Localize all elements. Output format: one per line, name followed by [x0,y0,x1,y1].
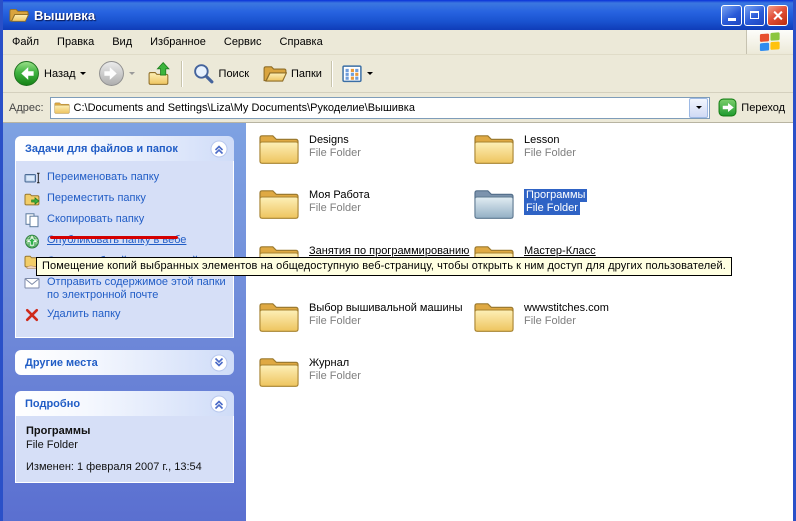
folder-tile-designs[interactable]: DesignsFile Folder [258,131,476,165]
panel-details-body: Программы File Folder Изменен: 1 февраля… [15,416,234,483]
copy-icon [24,212,40,228]
publish-icon [24,233,40,249]
back-label: Назад [44,68,76,80]
panel-title: Подробно [25,398,80,410]
chevron-down-icon [696,106,702,112]
address-bar: Адрес: C:\Documents and Settings\Liza\My… [3,93,793,123]
task-rename-folder[interactable]: Переименовать папку [24,171,227,186]
folder-icon [258,186,300,220]
chevron-up-icon[interactable] [210,395,228,413]
menu-bar: Файл Правка Вид Избранное Сервис Справка [3,30,793,55]
menu-tools[interactable]: Сервис [215,30,271,54]
folder-up-icon [147,61,172,86]
panel-details-header[interactable]: Подробно [15,391,234,416]
folder-icon [54,101,70,114]
folder-tile-zhurnal[interactable]: ЖурналFile Folder [258,354,476,388]
toolbar-separator [181,61,183,87]
folders-icon [263,64,287,83]
minimize-icon [728,18,736,21]
folder-icon [473,131,515,165]
address-dropdown-button[interactable] [689,98,708,118]
file-list: DesignsFile Folder LessonFile Folder Моя… [246,123,793,521]
rename-icon [24,170,40,186]
move-icon [24,191,40,207]
go-arrow-icon [718,98,737,117]
folder-icon [473,299,515,333]
panel-other-places-header[interactable]: Другие места [15,350,234,375]
details-folder-name: Программы [26,424,225,438]
address-path[interactable]: C:\Documents and Settings\Liza\My Docume… [74,102,689,114]
task-move-folder[interactable]: Переместить папку [24,192,227,207]
views-icon [342,65,363,83]
up-button[interactable] [143,59,176,88]
menu-edit[interactable]: Правка [48,30,103,54]
windows-logo [746,30,793,54]
task-copy-folder[interactable]: Скопировать папку [24,213,227,228]
folder-icon [258,131,300,165]
search-icon [192,62,215,85]
search-button[interactable]: Поиск [188,60,253,87]
forward-button[interactable] [94,58,129,89]
search-label: Поиск [219,68,249,80]
folder-tile-programmy-selected[interactable]: ПрограммыFile Folder [473,186,691,220]
folders-label: Папки [291,68,322,80]
window-title: Вышивка [34,8,721,23]
menu-view[interactable]: Вид [103,30,141,54]
tooltip: Помещение копий выбранных элементов на о… [36,257,732,276]
folder-tile-vybor-mashiny[interactable]: Выбор вышивальной машиныFile Folder [258,299,476,333]
address-combo[interactable]: C:\Documents and Settings\Liza\My Docume… [50,97,711,119]
go-label: Переход [741,102,785,114]
panel-details: Подробно Программы File Folder Изменен: … [15,391,234,483]
folder-icon [258,299,300,333]
forward-arrow-icon [98,60,125,87]
email-icon [24,275,40,291]
panel-file-tasks-body: Переименовать папку Переместить папку Ск… [15,161,234,338]
views-button[interactable] [338,63,377,85]
task-email-folder[interactable]: Отправить содержимое этой папки по элект… [24,276,227,302]
menu-favorites[interactable]: Избранное [141,30,215,54]
back-arrow-icon [13,60,40,87]
address-label: Адрес: [9,102,44,114]
back-button[interactable]: Назад [9,58,80,89]
close-icon [772,10,783,21]
menu-help[interactable]: Справка [271,30,332,54]
folders-button[interactable]: Папки [259,62,326,85]
main-area: Задачи для файлов и папок Переименовать … [3,123,793,521]
panel-title: Задачи для файлов и папок [25,143,178,155]
panel-file-tasks-header[interactable]: Задачи для файлов и папок [15,136,234,161]
windows-flag-icon [758,31,782,53]
toolbar: Назад Поиск Папки [3,55,793,93]
task-delete-folder[interactable]: Удалить папку [24,308,227,323]
details-modified: Изменен: 1 февраля 2007 г., 13:54 [26,460,225,474]
delete-icon [24,307,40,323]
toolbar-separator [331,61,333,87]
views-dropdown-caret [367,72,373,78]
panel-other-places: Другие места [15,350,234,375]
explorer-window: Вышивка Файл Правка Вид Избранное Сервис… [0,0,796,521]
go-button[interactable]: Переход [716,98,787,117]
title-bar: Вышивка [3,0,793,30]
back-dropdown-caret[interactable] [80,72,86,78]
chevron-down-icon[interactable] [210,354,228,372]
menu-file[interactable]: Файл [3,30,48,54]
panel-title: Другие места [25,357,98,369]
forward-dropdown-caret[interactable] [129,72,135,78]
folder-open-icon [9,7,29,23]
folder-tile-lesson[interactable]: LessonFile Folder [473,131,691,165]
task-pane: Задачи для файлов и папок Переименовать … [3,123,246,521]
maximize-button[interactable] [744,5,765,26]
maximize-icon [750,11,759,19]
minimize-button[interactable] [721,5,742,26]
folder-tile-moya-rabota[interactable]: Моя РаботаFile Folder [258,186,476,220]
chevron-up-icon[interactable] [210,140,228,158]
folder-tile-wwwstitches[interactable]: wwwstitches.comFile Folder [473,299,691,333]
close-button[interactable] [767,5,788,26]
folder-icon [258,354,300,388]
red-underline-annotation [50,236,178,239]
details-folder-type: File Folder [26,438,225,452]
folder-selected-icon [473,186,515,220]
